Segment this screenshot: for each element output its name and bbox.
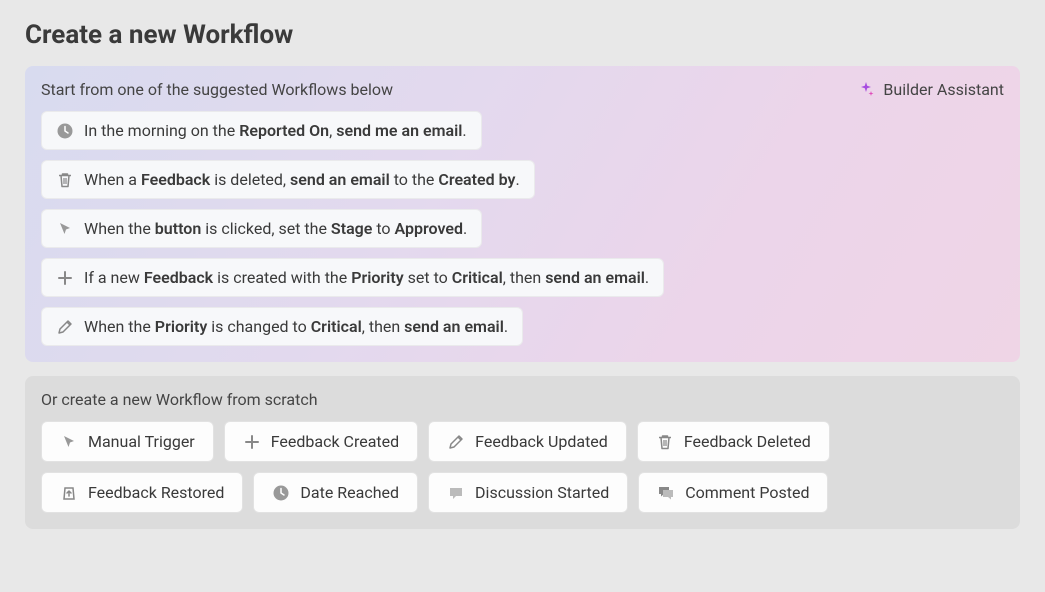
scratch-item-label: Feedback Created	[271, 432, 399, 451]
edit-icon	[56, 318, 74, 336]
edit-icon	[447, 433, 465, 451]
scratch-item-label: Discussion Started	[475, 483, 609, 502]
trash-icon	[656, 433, 674, 451]
scratch-item-label: Manual Trigger	[88, 432, 195, 451]
scratch-item-label: Date Reached	[300, 483, 399, 502]
suggestion-text: If a new Feedback is created with the Pr…	[84, 268, 649, 287]
scratch-item[interactable]: Feedback Updated	[428, 421, 627, 462]
scratch-item[interactable]: Manual Trigger	[41, 421, 214, 462]
scratch-item-label: Feedback Updated	[475, 432, 608, 451]
comment-icon	[657, 484, 675, 502]
clock-icon	[272, 484, 290, 502]
suggestion-item[interactable]: If a new Feedback is created with the Pr…	[41, 258, 664, 297]
scratch-item[interactable]: Comment Posted	[638, 472, 828, 513]
chat-icon	[447, 484, 465, 502]
scratch-item[interactable]: Date Reached	[253, 472, 418, 513]
suggestion-item[interactable]: When the button is clicked, set the Stag…	[41, 209, 482, 248]
scratch-item[interactable]: Discussion Started	[428, 472, 628, 513]
plus-icon	[243, 433, 261, 451]
suggestion-item[interactable]: When the Priority is changed to Critical…	[41, 307, 523, 346]
scratch-intro: Or create a new Workflow from scratch	[41, 390, 318, 409]
clock-icon	[56, 122, 74, 140]
cursor-icon	[56, 220, 74, 238]
restore-icon	[60, 484, 78, 502]
suggestion-text: In the morning on the Reported On, send …	[84, 121, 467, 140]
scratch-item[interactable]: Feedback Created	[224, 421, 418, 462]
suggestion-text: When the Priority is changed to Critical…	[84, 317, 508, 336]
scratch-item[interactable]: Feedback Restored	[41, 472, 243, 513]
page-title: Create a new Workflow	[25, 20, 1020, 50]
scratch-item-label: Feedback Restored	[88, 483, 224, 502]
suggestion-text: When a Feedback is deleted, send an emai…	[84, 170, 520, 189]
suggested-workflows-panel: Start from one of the suggested Workflow…	[25, 66, 1020, 362]
suggestion-text: When the button is clicked, set the Stag…	[84, 219, 467, 238]
sparkle-icon	[857, 81, 875, 99]
scratch-workflows-panel: Or create a new Workflow from scratch Ma…	[25, 376, 1020, 529]
builder-assistant-label: Builder Assistant	[883, 80, 1004, 99]
scratch-item[interactable]: Feedback Deleted	[637, 421, 830, 462]
cursor-icon	[60, 433, 78, 451]
scratch-item-label: Feedback Deleted	[684, 432, 811, 451]
builder-assistant-button[interactable]: Builder Assistant	[857, 80, 1004, 99]
suggestion-item[interactable]: When a Feedback is deleted, send an emai…	[41, 160, 535, 199]
suggestion-item[interactable]: In the morning on the Reported On, send …	[41, 111, 482, 150]
scratch-item-label: Comment Posted	[685, 483, 809, 502]
suggested-intro: Start from one of the suggested Workflow…	[41, 80, 393, 99]
trash-icon	[56, 171, 74, 189]
plus-icon	[56, 269, 74, 287]
